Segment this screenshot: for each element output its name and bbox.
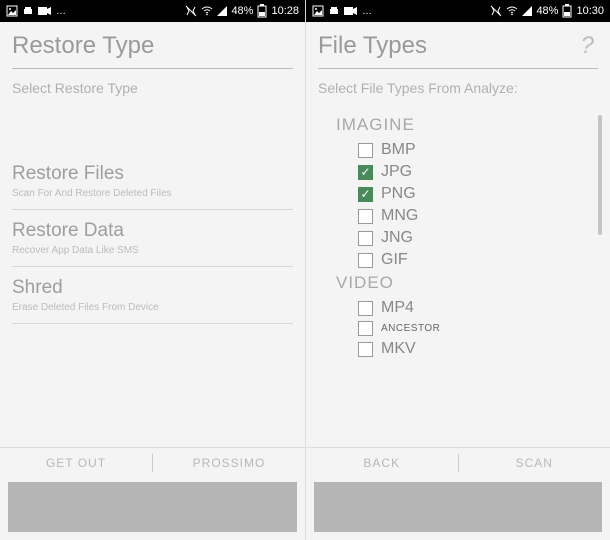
header: Restore Type	[0, 22, 305, 64]
page-title: File Types	[318, 32, 427, 60]
wifi-icon	[506, 6, 518, 16]
camera-icon	[38, 6, 52, 16]
ft-label: BMP	[381, 141, 416, 159]
image-icon	[312, 5, 324, 17]
battery-text: 48%	[231, 5, 253, 17]
wifi-icon	[201, 6, 213, 16]
ft-label: JPG	[381, 163, 412, 181]
print-icon	[328, 5, 340, 17]
group-imagine: IMAGINE	[336, 115, 592, 135]
ft-ancestor[interactable]: ANCESTOR	[336, 319, 592, 338]
clock-text: 10:30	[576, 5, 604, 17]
restore-options: Restore Files Scan For And Restore Delet…	[0, 153, 305, 324]
scrollbar[interactable]	[598, 115, 602, 235]
bottom-bar: GET OUT PROSSIMO	[0, 441, 305, 540]
print-icon	[22, 5, 34, 17]
divider	[318, 68, 598, 69]
group-video: VIDEO	[336, 273, 592, 293]
screen-restore-type: … 48% 10:28 Restore Type Select Restore …	[0, 0, 305, 540]
image-icon	[6, 5, 18, 17]
checkbox[interactable]: ✓	[358, 165, 373, 180]
option-desc: Scan For And Restore Deleted Files	[12, 188, 293, 199]
option-title: Restore Data	[12, 220, 293, 242]
checkbox[interactable]	[358, 342, 373, 357]
ft-png[interactable]: ✓ PNG	[336, 183, 592, 205]
option-desc: Recover App Data Like SMS	[12, 245, 293, 256]
page-subtitle: Select File Types From Analyze:	[306, 79, 610, 113]
ft-label: MKV	[381, 340, 416, 358]
option-title: Restore Files	[12, 163, 293, 185]
option-title: Shred	[12, 277, 293, 299]
prossimo-button[interactable]: PROSSIMO	[153, 448, 305, 478]
ft-label: ANCESTOR	[381, 323, 440, 334]
signal-icon	[217, 6, 227, 16]
header: File Types ?	[306, 22, 610, 64]
ft-label: GIF	[381, 251, 408, 269]
status-dots: …	[56, 6, 66, 17]
checkbox[interactable]	[358, 231, 373, 246]
signal-icon	[522, 6, 532, 16]
vibrate-icon	[185, 5, 197, 17]
get-out-button[interactable]: GET OUT	[0, 448, 152, 478]
ft-jpg[interactable]: ✓ JPG	[336, 161, 592, 183]
option-restore-files[interactable]: Restore Files Scan For And Restore Delet…	[12, 153, 293, 210]
ft-gif[interactable]: GIF	[336, 249, 592, 271]
ft-mp4[interactable]: MP4	[336, 297, 592, 319]
checkbox[interactable]	[358, 209, 373, 224]
checkbox[interactable]	[358, 253, 373, 268]
page-subtitle: Select Restore Type	[0, 79, 305, 113]
screen-file-types: … 48% 10:30 File Types ? Select File Typ…	[305, 0, 610, 540]
ft-label: MP4	[381, 299, 414, 317]
divider	[12, 68, 293, 69]
status-bar: … 48% 10:30	[306, 0, 610, 22]
back-button[interactable]: BACK	[306, 448, 458, 478]
battery-icon	[562, 4, 572, 18]
option-restore-data[interactable]: Restore Data Recover App Data Like SMS	[12, 210, 293, 267]
checkbox[interactable]	[358, 301, 373, 316]
battery-icon	[257, 4, 267, 18]
ft-jng[interactable]: JNG	[336, 227, 592, 249]
checkbox[interactable]: ✓	[358, 187, 373, 202]
help-icon[interactable]: ?	[581, 32, 598, 60]
checkbox[interactable]	[358, 143, 373, 158]
ft-label: PNG	[381, 185, 416, 203]
status-bar: … 48% 10:28	[0, 0, 305, 22]
ft-bmp[interactable]: BMP	[336, 139, 592, 161]
ft-mng[interactable]: MNG	[336, 205, 592, 227]
vibrate-icon	[490, 5, 502, 17]
option-shred[interactable]: Shred Erase Deleted Files From Device	[12, 267, 293, 324]
camera-icon	[344, 6, 358, 16]
bottom-bar: BACK SCAN	[306, 441, 610, 540]
clock-text: 10:28	[271, 5, 299, 17]
page-title: Restore Type	[12, 32, 154, 60]
checkbox[interactable]	[358, 321, 373, 336]
ad-banner[interactable]	[314, 482, 602, 532]
battery-text: 48%	[536, 5, 558, 17]
ft-label: MNG	[381, 207, 418, 225]
ft-mkv[interactable]: MKV	[336, 338, 592, 360]
ft-label: JNG	[381, 229, 413, 247]
scan-button[interactable]: SCAN	[459, 448, 610, 478]
file-type-list: IMAGINE BMP ✓JPG ✓PNG MNG JNG GIF VIDEO …	[306, 113, 610, 441]
option-desc: Erase Deleted Files From Device	[12, 302, 293, 313]
status-dots: …	[362, 6, 372, 17]
ad-banner[interactable]	[8, 482, 297, 532]
